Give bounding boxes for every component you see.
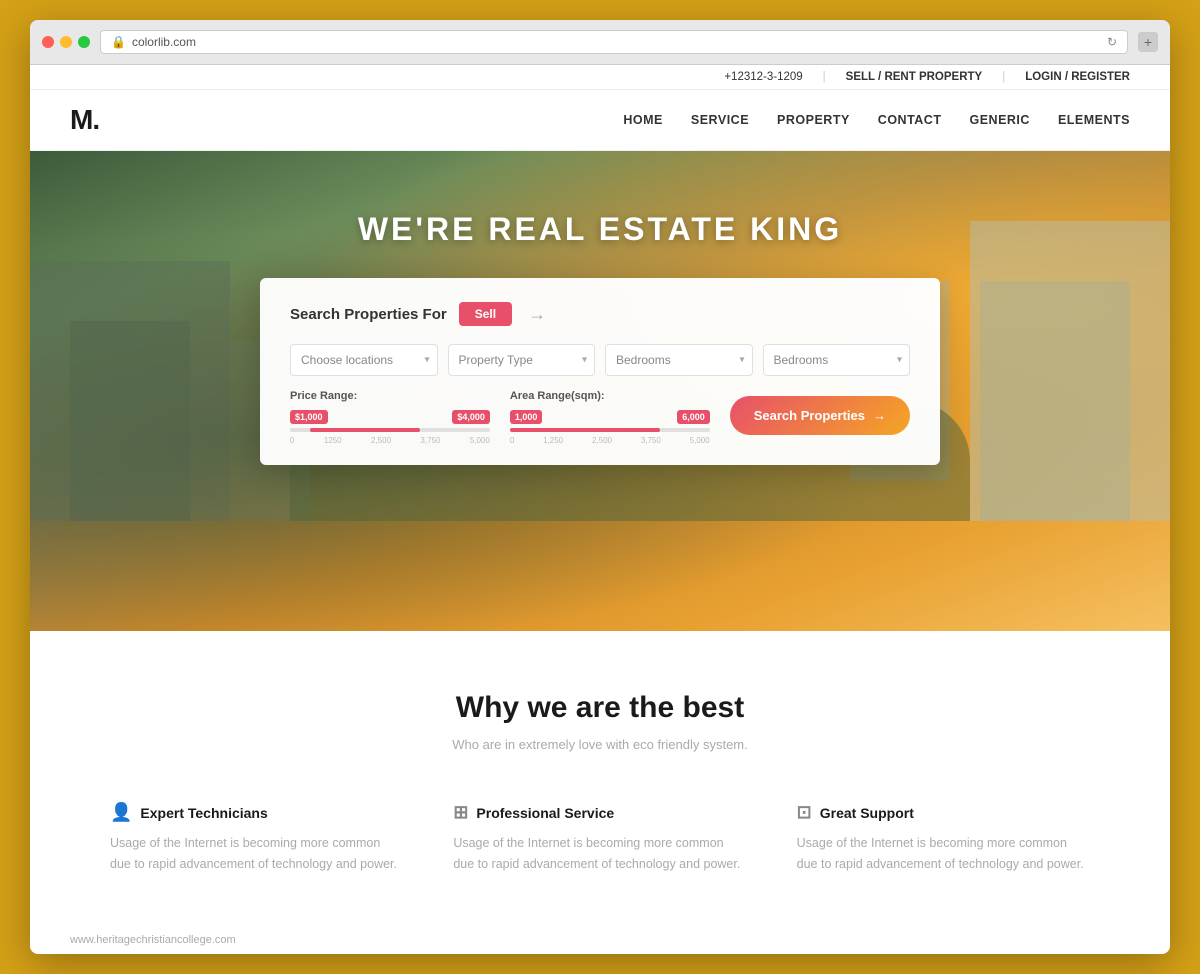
dot-yellow[interactable]: [60, 36, 72, 48]
location-dropdown[interactable]: Choose locations: [290, 344, 438, 376]
price-min-tag: $1,000: [290, 410, 328, 424]
range-search-row: Price Range: $1,000 $4,000 0 1250: [290, 390, 910, 445]
brand-logo[interactable]: M.: [70, 104, 99, 136]
feature-expert-title: 👤 Expert Technicians: [110, 802, 403, 823]
search-box: Search Properties For Sell → Choose loca…: [260, 278, 940, 465]
nav-links: HOME SERVICE PROPERTY CONTACT GENERIC EL…: [623, 111, 1130, 129]
sell-button[interactable]: Sell: [459, 302, 512, 326]
bedrooms2-dropdown-wrapper: Bedrooms: [763, 344, 911, 376]
feature-professional-title: ⊞ Professional Service: [453, 802, 746, 823]
bedrooms2-dropdown[interactable]: Bedrooms: [763, 344, 911, 376]
area-min-tag: 1,000: [510, 410, 543, 424]
area-range-ticks: 0 1,250 2,500 3,750 5,000: [510, 436, 710, 445]
navbar: M. HOME SERVICE PROPERTY CONTACT GENERIC…: [30, 90, 1170, 151]
feature-support-text: Usage of the Internet is becoming more c…: [797, 833, 1090, 876]
search-btn-arrow: →: [873, 408, 886, 423]
price-range-label: Price Range:: [290, 390, 490, 402]
search-header: Search Properties For Sell →: [290, 302, 910, 326]
search-label: Search Properties For: [290, 306, 447, 323]
browser-dots: [42, 36, 90, 48]
footer-url: www.heritagechristiancollege.com: [30, 926, 1170, 954]
price-range-track: [290, 428, 490, 432]
price-range-fill: [310, 428, 420, 432]
why-title: Why we are the best: [110, 691, 1090, 725]
property-type-dropdown[interactable]: Property Type: [448, 344, 596, 376]
search-btn-label: Search Properties: [754, 408, 865, 423]
features-grid: 👤 Expert Technicians Usage of the Intern…: [110, 802, 1090, 876]
location-dropdown-wrapper: Choose locations: [290, 344, 438, 376]
nav-contact[interactable]: CONTACT: [878, 113, 942, 127]
hero-title: WE'RE REAL ESTATE KING: [358, 211, 842, 248]
property-type-dropdown-wrapper: Property Type: [448, 344, 596, 376]
area-range-fill: [510, 428, 660, 432]
reload-icon[interactable]: ↻: [1107, 35, 1117, 49]
area-range-group: Area Range(sqm): 1,000 6,000 0 1,250: [510, 390, 710, 445]
phone-number: +12312-3-1209: [724, 71, 802, 83]
area-max-tag: 6,000: [677, 410, 710, 424]
nav-service[interactable]: SERVICE: [691, 113, 749, 127]
search-properties-button[interactable]: Search Properties →: [730, 396, 910, 435]
nav-property[interactable]: PROPERTY: [777, 113, 850, 127]
area-range-label: Area Range(sqm):: [510, 390, 710, 402]
area-range-values: 1,000 6,000: [510, 410, 710, 424]
browser-window: 🔒 colorlib.com ↻ + +12312-3-1209 | SELL …: [30, 20, 1170, 954]
feature-support: ⊡ Great Support Usage of the Internet is…: [797, 802, 1090, 876]
area-range-track: [510, 428, 710, 432]
search-dropdowns: Choose locations Property Type Bedrooms …: [290, 344, 910, 376]
nav-home[interactable]: HOME: [623, 113, 663, 127]
login-link[interactable]: LOGIN / REGISTER: [1025, 71, 1130, 83]
feature-expert: 👤 Expert Technicians Usage of the Intern…: [110, 802, 403, 876]
price-max-tag: $4,000: [452, 410, 490, 424]
url-text: colorlib.com: [132, 35, 196, 49]
hero-section: WE'RE REAL ESTATE KING Search Properties…: [30, 151, 1170, 631]
feature-professional: ⊞ Professional Service Usage of the Inte…: [453, 802, 746, 876]
professional-icon: ⊞: [453, 802, 468, 823]
browser-chrome: 🔒 colorlib.com ↻ +: [30, 20, 1170, 65]
lock-icon: 🔒: [111, 35, 126, 49]
browser-add-tab[interactable]: +: [1138, 32, 1158, 52]
bedrooms-dropdown-wrapper: Bedrooms: [605, 344, 753, 376]
why-subtitle: Who are in extremely love with eco frien…: [110, 737, 1090, 752]
dot-red[interactable]: [42, 36, 54, 48]
nav-generic[interactable]: GENERIC: [969, 113, 1029, 127]
support-icon: ⊡: [797, 802, 812, 823]
nav-elements[interactable]: ELEMENTS: [1058, 113, 1130, 127]
price-range-values: $1,000 $4,000: [290, 410, 490, 424]
ranges-container: Price Range: $1,000 $4,000 0 1250: [290, 390, 710, 445]
feature-support-title: ⊡ Great Support: [797, 802, 1090, 823]
address-bar[interactable]: 🔒 colorlib.com ↻: [100, 30, 1128, 54]
price-range-group: Price Range: $1,000 $4,000 0 1250: [290, 390, 490, 445]
top-bar: +12312-3-1209 | SELL / RENT PROPERTY | L…: [30, 65, 1170, 90]
dot-green[interactable]: [78, 36, 90, 48]
expert-icon: 👤: [110, 802, 132, 823]
sell-rent-link[interactable]: SELL / RENT PROPERTY: [846, 71, 983, 83]
search-arrow-button[interactable]: →: [528, 304, 546, 325]
feature-expert-text: Usage of the Internet is becoming more c…: [110, 833, 403, 876]
bedrooms-dropdown[interactable]: Bedrooms: [605, 344, 753, 376]
why-section: Why we are the best Who are in extremely…: [30, 631, 1170, 926]
feature-professional-text: Usage of the Internet is becoming more c…: [453, 833, 746, 876]
price-range-ticks: 0 1250 2,500 3,750 5,000: [290, 436, 490, 445]
range-groups: Price Range: $1,000 $4,000 0 1250: [290, 390, 710, 445]
